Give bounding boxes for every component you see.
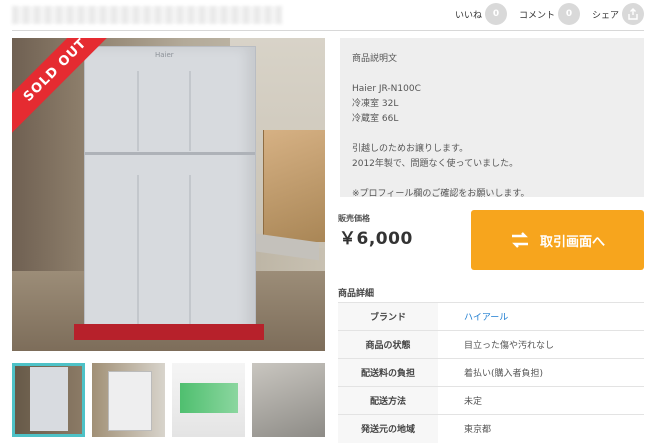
detail-value: 目立った傷や汚れなし <box>464 341 555 351</box>
like-label: いいね <box>454 10 482 21</box>
table-row: 配送方法 未定 <box>338 386 644 415</box>
detail-value: 東京都 <box>464 425 492 436</box>
comment-label: コメント <box>518 10 555 21</box>
detail-key: 商品の状態 <box>338 330 438 359</box>
details-title: 商品詳細 <box>338 289 375 299</box>
comment-count-button[interactable]: 0 <box>557 3 580 25</box>
social-bar: いいね 0 コメント 0 シェア <box>455 1 644 27</box>
price-label: 販売価格 <box>338 214 370 223</box>
share-button[interactable] <box>622 3 644 25</box>
table-row: 商品の状態 目立った傷や汚れなし <box>338 330 644 359</box>
freezer-door <box>85 47 255 155</box>
description-title: 商品説明文 <box>352 54 398 64</box>
red-mat <box>74 324 264 340</box>
description-body: Haier JR-N100C 冷凍室 32L 冷蔵室 66L 引越しのためお譲り… <box>352 84 530 199</box>
brand-link[interactable]: ハイアール <box>438 303 644 331</box>
trade-button-label: 取引画面へ <box>539 234 605 250</box>
detail-value: 未定 <box>464 397 483 407</box>
brand-mark: Haier <box>155 51 174 59</box>
detail-key: 配送方法 <box>338 386 438 415</box>
like-count-button[interactable]: 0 <box>484 3 507 25</box>
description-box: 商品説明文 Haier JR-N100C 冷凍室 32L 冷蔵室 66L 引越し… <box>340 38 644 199</box>
table-row: 発送元の地域 東京都 <box>338 414 644 443</box>
thumbnail-3[interactable] <box>172 363 245 437</box>
refrigerator: Haier <box>84 46 256 334</box>
freezer-seam <box>189 71 191 151</box>
thumbnail-2[interactable] <box>92 363 165 437</box>
table-row: ブランド ハイアール <box>338 302 644 331</box>
price-value: ￥6,000 <box>339 229 413 249</box>
fridge-seam <box>189 175 191 325</box>
detail-value: 着払い(購入者負担) <box>464 369 544 379</box>
cardboard-box <box>263 130 325 242</box>
thumbnail-strip <box>12 363 325 437</box>
share-label: シェア <box>591 10 619 21</box>
listing-title-redacted <box>12 6 282 24</box>
fridge-handle <box>137 175 139 325</box>
main-product-photo[interactable]: Haier SOLD OUT <box>12 38 325 351</box>
detail-key: 配送料の負担 <box>338 358 438 387</box>
detail-key: 発送元の地域 <box>338 414 438 443</box>
thumbnail-1[interactable] <box>12 363 85 437</box>
freezer-handle <box>137 71 139 151</box>
thumbnail-4[interactable] <box>252 363 325 437</box>
trade-screen-button[interactable]: 取引画面へ <box>471 210 644 270</box>
share-icon <box>628 8 638 20</box>
table-row: 配送料の負担 着払い(購入者負担) <box>338 358 644 387</box>
details-table: ブランド ハイアール 商品の状態 目立った傷や汚れなし 配送料の負担 着払い(購… <box>338 302 644 443</box>
header-divider <box>12 30 644 31</box>
detail-key: ブランド <box>338 302 438 331</box>
swap-arrows-icon <box>511 232 528 248</box>
